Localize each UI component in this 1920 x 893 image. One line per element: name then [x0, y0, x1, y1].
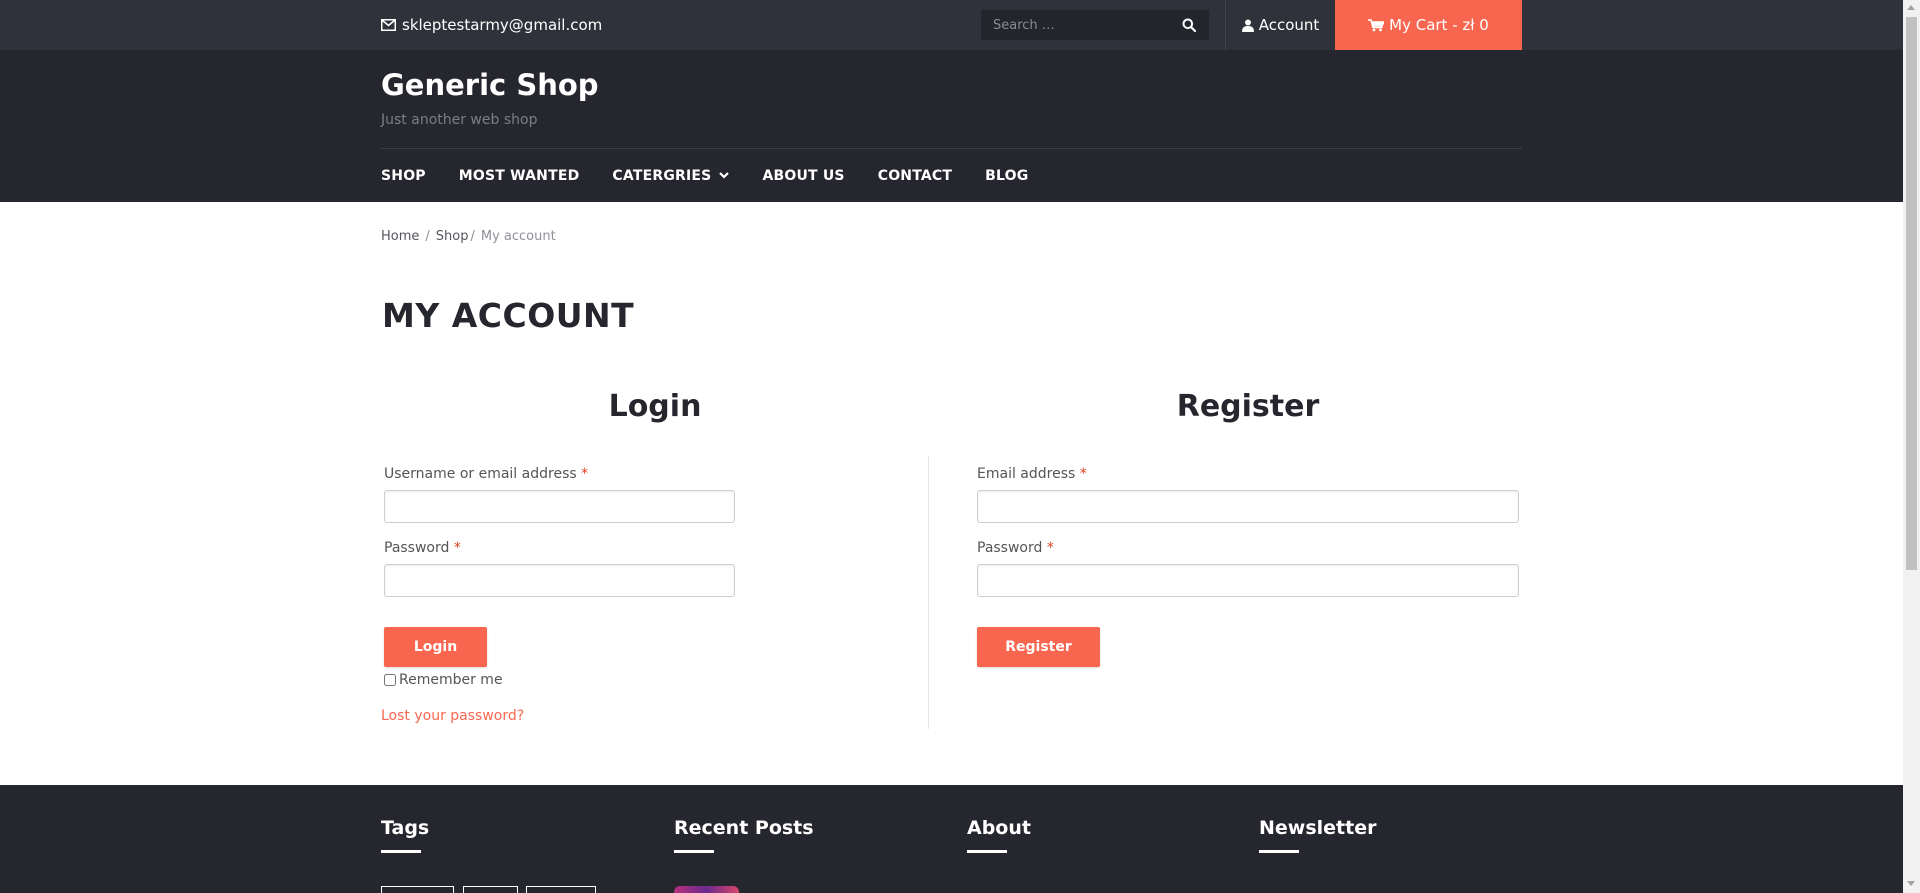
contact-email[interactable]: skleptestarmy@gmail.com	[381, 0, 602, 50]
main-nav: SHOP MOST WANTED CATERGRIES ABOUT US CON…	[381, 149, 1061, 202]
cart-button[interactable]: My Cart - zł 0	[1335, 0, 1522, 50]
login-password-field[interactable]	[384, 564, 735, 597]
footer-about: About	[967, 817, 1031, 853]
nav-item-label: CATERGRIES	[612, 167, 712, 184]
lost-password-link[interactable]: Lost your password?	[381, 708, 524, 724]
footer-recent-posts-title: Recent Posts	[674, 817, 814, 839]
footer-recent-posts: Recent Posts	[674, 817, 814, 853]
register-email-label: Email address *	[977, 466, 1087, 482]
site-header: Generic Shop Just another web shop SHOP …	[0, 50, 1903, 202]
required-mark: *	[453, 540, 461, 556]
nav-item-label: ABOUT US	[762, 167, 845, 184]
contact-email-text: skleptestarmy@gmail.com	[402, 16, 603, 34]
required-mark: *	[1046, 540, 1054, 556]
footer-tag[interactable]	[526, 886, 596, 893]
register-password-label: Password *	[977, 540, 1054, 556]
nav-item-label: MOST WANTED	[458, 167, 580, 184]
site-tagline: Just another web shop	[381, 112, 538, 128]
chevron-down-icon	[719, 172, 730, 179]
nav-item-contact[interactable]: CONTACT	[878, 168, 952, 184]
nav-item-label: SHOP	[381, 167, 426, 184]
footer-tags: Tags	[381, 817, 429, 853]
footer-newsletter: Newsletter	[1259, 817, 1376, 853]
login-password-label-text: Password	[384, 540, 450, 556]
register-email-field[interactable]	[977, 490, 1519, 523]
search-input[interactable]	[981, 10, 1171, 40]
username-label: Username or email address *	[384, 466, 588, 482]
register-password-field[interactable]	[977, 564, 1519, 597]
account-link[interactable]: Account	[1226, 0, 1335, 50]
search-box	[981, 10, 1209, 40]
footer-tags-title: Tags	[381, 817, 430, 839]
breadcrumb-separator: /	[470, 229, 475, 244]
site-footer: Tags Recent Posts About Newsletter	[0, 785, 1903, 893]
footer-tag[interactable]	[381, 886, 454, 893]
footer-title-underline	[674, 850, 714, 853]
breadcrumb-current: My account	[480, 229, 556, 244]
username-field[interactable]	[384, 490, 735, 523]
page-title: MY ACCOUNT	[382, 296, 635, 335]
cart-icon	[1368, 18, 1385, 31]
footer-title-underline	[1259, 850, 1299, 853]
column-divider	[928, 456, 929, 729]
nav-item-label: BLOG	[985, 167, 1029, 184]
recent-post-thumbnail[interactable]	[674, 886, 739, 893]
nav-item-label: CONTACT	[877, 167, 953, 184]
nav-item-blog[interactable]: BLOG	[985, 168, 1028, 184]
register-email-label-text: Email address	[977, 466, 1076, 482]
remember-me[interactable]: Remember me	[384, 672, 503, 688]
breadcrumb: Home / Shop / My account	[381, 229, 556, 244]
login-button[interactable]: Login	[384, 627, 487, 667]
search-icon	[1182, 18, 1196, 32]
footer-newsletter-title: Newsletter	[1259, 817, 1377, 839]
account-label: Account	[1258, 16, 1320, 34]
remember-me-checkbox[interactable]	[384, 674, 396, 686]
required-mark: *	[581, 466, 589, 482]
search-button[interactable]	[1171, 10, 1207, 40]
page-scrollbar[interactable]	[1903, 0, 1920, 893]
register-password-label-text: Password	[977, 540, 1043, 556]
remember-me-label: Remember me	[399, 672, 503, 688]
scroll-up-icon[interactable]	[1907, 5, 1915, 10]
scroll-down-icon[interactable]	[1907, 881, 1915, 886]
footer-title-underline	[381, 850, 421, 853]
footer-about-title: About	[967, 817, 1031, 839]
envelope-icon	[381, 19, 396, 31]
user-icon	[1241, 19, 1254, 32]
nav-item-categories[interactable]: CATERGRIES	[612, 167, 730, 184]
breadcrumb-home[interactable]: Home	[381, 229, 419, 244]
top-bar: skleptestarmy@gmail.com Account My Cart …	[0, 0, 1903, 50]
footer-title-underline	[967, 850, 1007, 853]
nav-item-most-wanted[interactable]: MOST WANTED	[459, 168, 580, 184]
register-button[interactable]: Register	[977, 627, 1100, 667]
footer-tag[interactable]	[463, 886, 518, 893]
cart-label: My Cart - zł 0	[1389, 16, 1489, 34]
scrollbar-thumb[interactable]	[1906, 17, 1917, 570]
breadcrumb-shop[interactable]: Shop	[436, 229, 469, 244]
nav-item-about-us[interactable]: ABOUT US	[762, 168, 844, 184]
register-heading: Register	[1176, 389, 1320, 424]
site-title[interactable]: Generic Shop	[381, 68, 599, 102]
username-label-text: Username or email address	[384, 466, 577, 482]
login-password-label: Password *	[384, 540, 461, 556]
nav-item-shop[interactable]: SHOP	[381, 168, 426, 184]
login-heading: Login	[608, 389, 702, 424]
required-mark: *	[1079, 466, 1087, 482]
breadcrumb-separator: /	[425, 229, 430, 244]
